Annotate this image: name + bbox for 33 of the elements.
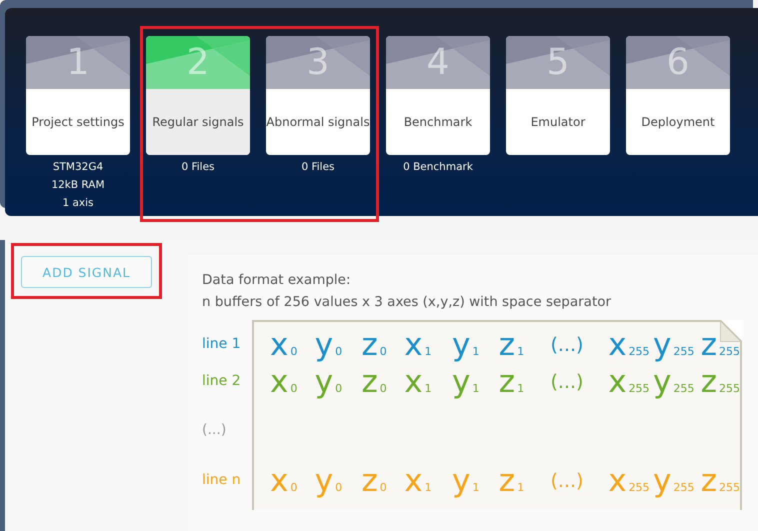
step-title: Regular signals [152,115,244,129]
step-card[interactable]: 3 Abnormal signals [266,36,370,155]
step-detail: STM32G4 [52,160,104,175]
line-label: line 1 [202,336,241,352]
step-detail: 1 axis [62,196,94,211]
step-card[interactable]: 2 Regular signals [146,36,250,155]
step-number: 3 [306,44,330,80]
step-number: 5 [546,44,570,80]
step-title: Project settings [32,115,124,129]
step-card[interactable]: 6 Deployment [626,36,730,155]
step-detail: 0 Benchmark [403,160,473,175]
step-card[interactable]: 4 Benchmark [386,36,490,155]
step-number: 4 [426,44,450,80]
example-description: n buffers of 256 values x 3 axes (x,y,z) with space separator [202,293,612,312]
step-title: Deployment [641,115,715,129]
step-title: Benchmark [404,115,472,129]
step-detail: 0 Files [301,160,335,175]
step-card[interactable]: 1 Project settings [26,36,130,155]
step-card[interactable]: 5 Emulator [506,36,610,155]
step-detail: 12kB RAM [51,178,105,193]
line-label: (...) [202,422,226,438]
step-detail: 0 Files [181,160,215,175]
value-symbol: (...) [550,373,584,392]
step-title: Abnormal signals [266,115,370,129]
step-number: 6 [666,44,690,80]
value-symbol: (...) [550,336,584,355]
step-number: 2 [186,44,210,80]
line-label: line n [202,472,241,488]
step-number: 1 [66,44,90,80]
value-symbol: (...) [550,472,584,491]
line-label: line 2 [202,372,241,388]
step-title: Emulator [530,115,586,129]
example-title: Data format example: [202,271,352,290]
